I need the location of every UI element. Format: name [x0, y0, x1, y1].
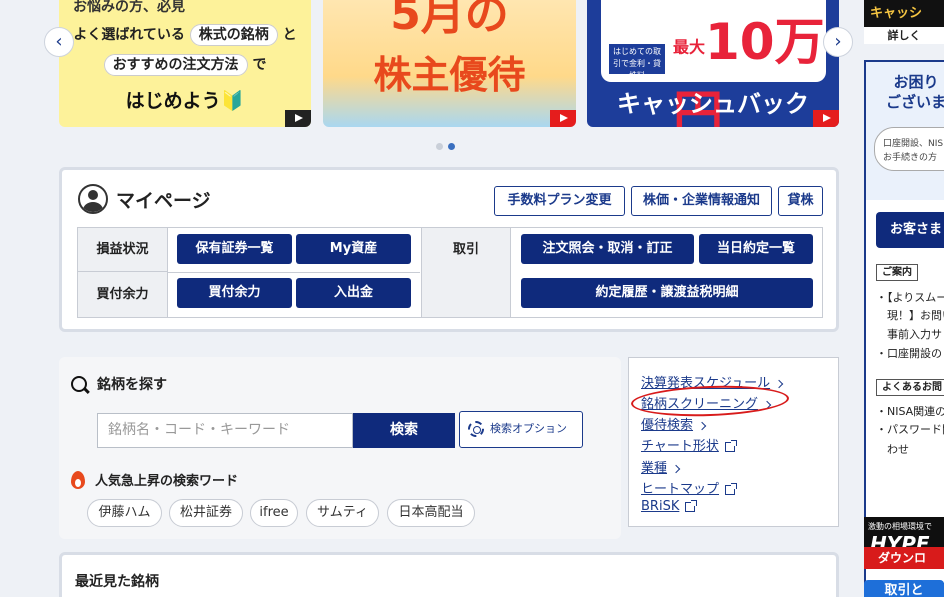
search-title: 銘柄を探す: [97, 377, 167, 393]
ad-text: 激動の相場環境で: [868, 522, 932, 531]
execution-history-button[interactable]: 約定履歴・譲渡益税明細: [521, 278, 813, 308]
banner-text: はじめての取引で金利・貸株料: [609, 44, 665, 80]
tools-links-box: 決算発表スケジュール 銘柄スクリーニング 優待検索 チャート形状 業種 ヒートマ…: [628, 357, 839, 527]
brisk-link[interactable]: BRiSK: [641, 499, 698, 514]
order-inquiry-button[interactable]: 注文照会・取消・訂正: [521, 234, 694, 264]
search-option-label: 検索オプション: [490, 422, 567, 435]
banner-text: お悩みの方、必見: [73, 0, 185, 15]
info-link[interactable]: ・【よりスムーズ: [876, 288, 944, 308]
trending-title: 人気急上昇の検索ワード: [95, 474, 239, 489]
mypage-menu-grid: 損益状況 買付余力 保有証券一覧 My資産 買付余力 入出金 取引 注文照会・取…: [77, 227, 823, 318]
carousel-dot[interactable]: [436, 143, 443, 150]
ad-text: キャッシ: [870, 6, 923, 21]
link-label: ヒートマップ: [641, 482, 720, 497]
help-text: お手続きの方: [883, 153, 938, 163]
buying-power-button[interactable]: 買付余力: [177, 278, 292, 308]
play-icon: [550, 110, 576, 127]
banner-text: 株主優待: [373, 53, 526, 97]
search-input[interactable]: 銘柄名・コード・キーワード: [97, 413, 353, 448]
faq-link[interactable]: ・パスワード関: [876, 420, 944, 440]
stock-lending-button[interactable]: 貸株: [778, 186, 823, 216]
trending-chip[interactable]: 松井証券: [169, 499, 243, 527]
heatmap-link[interactable]: ヒートマップ: [641, 478, 738, 497]
trending-chip[interactable]: 伊藤ハム: [87, 499, 162, 527]
gear-icon: [468, 421, 484, 437]
mypage-title: マイページ: [116, 189, 211, 212]
flame-icon: [71, 470, 85, 489]
link-label: チャート形状: [641, 439, 719, 454]
today-executions-button[interactable]: 当日約定一覧: [699, 234, 813, 264]
carousel-prev-button[interactable]: ‹: [44, 27, 74, 57]
mypage-panel: マイページ 手数料プラン変更 株価・企業情報通知 貸株 損益状況 買付余力 保有…: [59, 167, 839, 332]
banner-yutai[interactable]: 5月の 株主優待: [323, 0, 576, 127]
external-link-icon: [685, 499, 698, 512]
link-label: 優待検索: [641, 418, 694, 433]
play-icon: [285, 110, 311, 127]
banner-text: よく選ばれている: [73, 27, 185, 43]
trade-label: 取引: [421, 228, 511, 317]
holdings-button[interactable]: 保有証券一覧: [177, 234, 292, 264]
trending-chip[interactable]: サムティ: [306, 499, 379, 527]
download-button[interactable]: ダウンロ: [864, 547, 944, 569]
faq-link[interactable]: わせ: [876, 440, 909, 460]
help-text: 口座開設、NIS: [883, 139, 944, 149]
buying-power-label: 買付余力: [78, 272, 168, 317]
help-title: お困り: [893, 73, 939, 91]
pl-label: 損益状況: [78, 228, 168, 272]
chart-shape-link[interactable]: チャート形状: [641, 435, 737, 454]
info-link[interactable]: 現！】お問い: [876, 306, 944, 326]
stock-search-panel: 銘柄を探す 銘柄名・コード・キーワード 検索 検索オプション 人気急上昇の検索ワ…: [59, 357, 621, 539]
help-panel: お困りございま 口座開設、NIS お手続きの方 お客さま ご案内 ・【よりスムーズ…: [864, 60, 944, 585]
sidebar-bottom-button[interactable]: 取引と: [864, 580, 944, 597]
info-tag: ご案内: [876, 264, 918, 281]
search-icon: [71, 376, 87, 392]
user-icon: [78, 184, 108, 214]
link-label: BRiSK: [641, 499, 680, 514]
banner-text: と: [282, 27, 297, 43]
sidebar-ad-banner[interactable]: キャッシ 詳しく: [864, 0, 944, 44]
play-icon: [813, 110, 839, 127]
chevron-right-icon: [697, 421, 707, 430]
carousel-next-button[interactable]: ›: [823, 27, 853, 57]
banner-text: はじめよう🔰: [125, 90, 245, 112]
info-link[interactable]: ・口座開設の: [876, 344, 942, 364]
search-option-button[interactable]: 検索オプション: [459, 411, 583, 448]
banner-text: 最大: [673, 37, 706, 57]
promo-carousel: お悩みの方、必見 よく選ばれている 株式の銘柄 と おすすめの注文方法 で はじ…: [0, 0, 860, 150]
external-link-icon: [725, 482, 738, 495]
banner-text: おすすめの注文方法: [103, 54, 248, 76]
search-button[interactable]: 検索: [353, 413, 455, 448]
banner-text: で: [252, 57, 267, 73]
chevron-right-icon: [671, 464, 681, 473]
trending-chip[interactable]: ifree: [250, 499, 298, 527]
help-bubble: 口座開設、NIS お手続きの方: [874, 127, 944, 171]
price-alert-button[interactable]: 株価・企業情報通知: [631, 186, 772, 216]
carousel-dot-active[interactable]: [448, 143, 455, 150]
faq-link[interactable]: ・NISA関連の: [876, 402, 944, 422]
chevron-right-icon: [774, 379, 784, 388]
hyper-ad-banner[interactable]: 激動の相場環境で HYPE ダウンロ: [864, 517, 944, 569]
my-assets-button[interactable]: My資産: [296, 234, 411, 264]
ad-detail-link[interactable]: 詳しく: [864, 27, 944, 44]
banner-beginner[interactable]: お悩みの方、必見 よく選ばれている 株式の銘柄 と おすすめの注文方法 で はじ…: [59, 0, 311, 127]
link-label: 業種: [641, 461, 668, 476]
fee-plan-button[interactable]: 手数料プラン変更: [494, 186, 625, 216]
banner-cashback[interactable]: はじめての取引で金利・貸株料 最大10万円 キャッシュバック: [587, 0, 839, 127]
banner-text: 5月の: [390, 0, 509, 40]
industry-link[interactable]: 業種: [641, 457, 681, 476]
help-title: ございま: [885, 93, 944, 111]
faq-tag: よくあるお問: [876, 379, 944, 396]
external-link-icon: [724, 439, 737, 452]
trending-chip[interactable]: 日本高配当: [387, 499, 475, 527]
banner-text: 株式の銘柄: [189, 24, 278, 46]
yutai-search-link[interactable]: 優待検索: [641, 414, 707, 433]
banner-text: キャッシュバック: [617, 90, 809, 118]
customer-support-button[interactable]: お客さま: [876, 212, 944, 248]
carousel-dots: [436, 135, 460, 154]
deposit-withdraw-button[interactable]: 入出金: [296, 278, 411, 308]
info-link[interactable]: 事前入力サ: [876, 325, 942, 345]
recent-stocks-panel: 最近見た銘柄: [59, 552, 839, 597]
recent-title: 最近見た銘柄: [75, 574, 159, 590]
